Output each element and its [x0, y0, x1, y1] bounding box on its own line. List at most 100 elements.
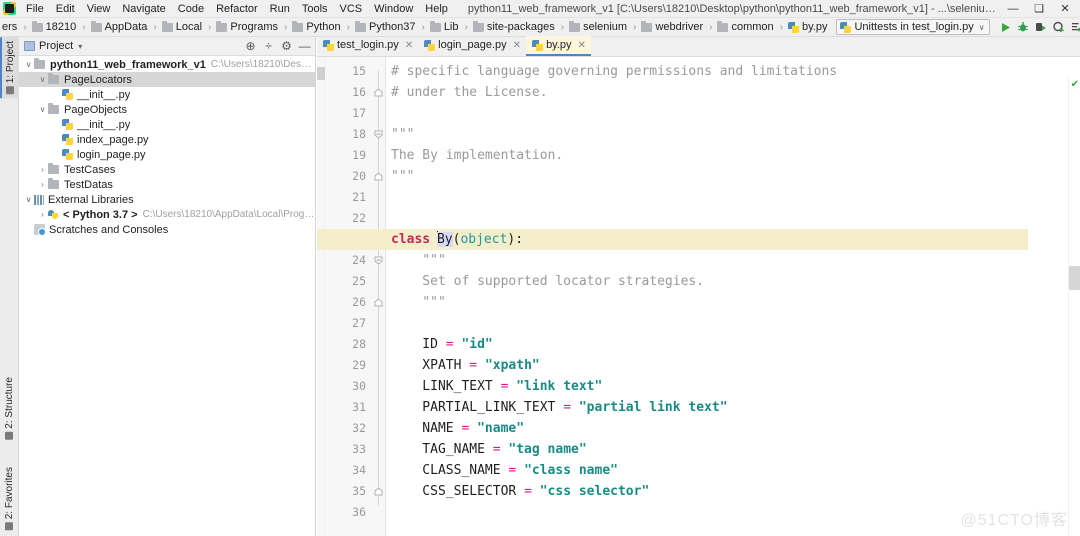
menu-item-help[interactable]: Help: [419, 0, 454, 18]
code-line-20[interactable]: """: [386, 166, 1080, 187]
breadcrumb-item-common[interactable]: common: [715, 18, 776, 37]
menu-item-edit[interactable]: Edit: [50, 0, 81, 18]
tree-item---init---py[interactable]: · __init__.py: [19, 117, 315, 132]
sidebar-tab-favorites[interactable]: 2: Favorites: [0, 463, 19, 534]
close-icon[interactable]: ✕: [513, 40, 521, 51]
fold-collapse-icon[interactable]: [374, 256, 383, 265]
code-line-32[interactable]: NAME = "name": [386, 418, 1080, 439]
menu-item-tools[interactable]: Tools: [296, 0, 334, 18]
breadcrumb-item-python[interactable]: Python: [290, 18, 343, 37]
chevron-down-icon[interactable]: ∨: [37, 72, 48, 87]
editor-tab-test-login-py[interactable]: test_login.py ✕: [317, 36, 418, 56]
chevron-down-icon[interactable]: ∨: [37, 102, 48, 117]
code-line-18[interactable]: """: [386, 124, 1080, 145]
code-line-25[interactable]: Set of supported locator strategies.: [386, 271, 1080, 292]
debug-icon[interactable]: [1015, 19, 1032, 36]
tree-item-pagelocators[interactable]: ∨ PageLocators: [19, 72, 315, 87]
sidebar-tab-structure[interactable]: 2: Structure: [0, 373, 19, 444]
code-line-31[interactable]: PARTIAL_LINK_TEXT = "partial link text": [386, 397, 1080, 418]
code-line-24[interactable]: """: [386, 250, 1080, 271]
code-line-33[interactable]: TAG_NAME = "tag name": [386, 439, 1080, 460]
editor-annotation-gutter[interactable]: [317, 57, 325, 536]
collapse-all-icon[interactable]: ÷: [260, 38, 277, 55]
menu-item-code[interactable]: Code: [172, 0, 210, 18]
fold-region-end-icon[interactable]: [374, 172, 383, 181]
code-line-30[interactable]: LINK_TEXT = "link text": [386, 376, 1080, 397]
code-line-35[interactable]: CSS_SELECTOR = "css selector": [386, 481, 1080, 502]
code-line-19[interactable]: The By implementation.: [386, 145, 1080, 166]
code-area[interactable]: 1516171819202122232425262728293031323334…: [317, 57, 1080, 536]
coverage-icon[interactable]: [1033, 19, 1050, 36]
chevron-right-icon[interactable]: ›: [37, 177, 48, 192]
chevron-down-icon[interactable]: ∨: [23, 192, 34, 207]
code-line-26[interactable]: """: [386, 292, 1080, 313]
tree-item-pageobjects[interactable]: ∨ PageObjects: [19, 102, 315, 117]
tree-item-testdatas[interactable]: › TestDatas: [19, 177, 315, 192]
breadcrumb-item-appdata[interactable]: AppData: [89, 18, 151, 37]
breadcrumb-item-site-packages[interactable]: site-packages: [471, 18, 558, 37]
breadcrumb-item-by-py[interactable]: by.py: [786, 18, 830, 37]
menu-item-vcs[interactable]: VCS: [334, 0, 369, 18]
menu-item-window[interactable]: Window: [368, 0, 419, 18]
code-line-23[interactable]: class By(object):: [317, 229, 1028, 250]
fold-region-end-icon[interactable]: [374, 298, 383, 307]
maximize-button[interactable]: ❑: [1026, 0, 1052, 18]
editor-tab-by-py[interactable]: by.py ✕: [526, 36, 591, 56]
code-line-29[interactable]: XPATH = "xpath": [386, 355, 1080, 376]
menu-item-view[interactable]: View: [81, 0, 117, 18]
code-text[interactable]: # specific language governing permission…: [317, 57, 1080, 536]
breadcrumb-item-programs[interactable]: Programs: [214, 18, 281, 37]
editor-tab-login-page-py[interactable]: login_page.py ✕: [418, 36, 526, 56]
breadcrumb-item-python37[interactable]: Python37: [353, 18, 418, 37]
code-line-34[interactable]: CLASS_NAME = "class name": [386, 460, 1080, 481]
tree-item-testcases[interactable]: › TestCases: [19, 162, 315, 177]
code-line-15[interactable]: # specific language governing permission…: [386, 61, 1080, 82]
breadcrumb-item-selenium[interactable]: selenium: [567, 18, 630, 37]
settings-gear-icon[interactable]: ⚙: [278, 38, 295, 55]
tree-item---python-3-7--[interactable]: › < Python 3.7 > C:\Users\18210\AppData\Lo…: [19, 207, 315, 222]
minimize-button[interactable]: —: [1000, 0, 1026, 18]
breadcrumb-item-webdriver[interactable]: webdriver: [639, 18, 706, 37]
chevron-right-icon[interactable]: ›: [37, 162, 48, 177]
tree-item-index-page-py[interactable]: · index_page.py: [19, 132, 315, 147]
chevron-down-icon[interactable]: ∨: [23, 57, 34, 72]
code-line-16[interactable]: # under the License.: [386, 82, 1080, 103]
run-configuration-selector[interactable]: Unittests in test_login.py ∨: [836, 19, 990, 35]
breadcrumb-item-local[interactable]: Local: [160, 18, 205, 37]
code-line-21[interactable]: [386, 187, 1080, 208]
tree-item---init---py[interactable]: · __init__.py: [19, 87, 315, 102]
fold-region-end-icon[interactable]: [374, 487, 383, 496]
menu-item-navigate[interactable]: Navigate: [116, 0, 171, 18]
menu-item-run[interactable]: Run: [264, 0, 296, 18]
code-line-22[interactable]: [386, 208, 1080, 229]
breadcrumb-item-ers[interactable]: ers: [0, 18, 20, 37]
editor-scrollbar[interactable]: ✔: [1068, 77, 1080, 536]
code-line-28[interactable]: ID = "id": [386, 334, 1080, 355]
close-button[interactable]: ✕: [1052, 0, 1078, 18]
menu-item-file[interactable]: File: [20, 0, 50, 18]
tree-item-scratches-and-consoles[interactable]: · Scratches and Consoles: [19, 222, 315, 237]
code-line-36[interactable]: [386, 502, 1080, 523]
run-icon[interactable]: [997, 19, 1014, 36]
tree-item-python11-web-framework-v1[interactable]: ∨ python11_web_framework_v1 C:\Users\18210…: [19, 57, 315, 72]
code-line-27[interactable]: [386, 313, 1080, 334]
scrollbar-thumb[interactable]: [1069, 266, 1080, 290]
locate-icon[interactable]: ⊕: [242, 38, 259, 55]
close-icon[interactable]: ✕: [578, 40, 586, 51]
project-view-chevron-down-icon[interactable]: ▾: [78, 42, 82, 51]
breadcrumb-item-lib[interactable]: Lib: [428, 18, 462, 37]
tree-item-login-page-py[interactable]: · login_page.py: [19, 147, 315, 162]
code-folding-gutter[interactable]: [372, 57, 386, 536]
sidebar-tab-project[interactable]: 1: Project: [0, 37, 19, 99]
breadcrumb-item-18210[interactable]: 18210: [30, 18, 80, 37]
hide-panel-icon[interactable]: —: [296, 38, 313, 55]
code-line-17[interactable]: [386, 103, 1080, 124]
tree-item-external-libraries[interactable]: ∨ External Libraries: [19, 192, 315, 207]
fold-region-end-icon[interactable]: [374, 88, 383, 97]
close-icon[interactable]: ✕: [405, 40, 413, 51]
profile-icon[interactable]: [1051, 19, 1068, 36]
chevron-right-icon[interactable]: ›: [37, 207, 48, 222]
menu-item-refactor[interactable]: Refactor: [210, 0, 264, 18]
run-tests-icon[interactable]: [1069, 19, 1080, 36]
fold-collapse-icon[interactable]: [374, 130, 383, 139]
